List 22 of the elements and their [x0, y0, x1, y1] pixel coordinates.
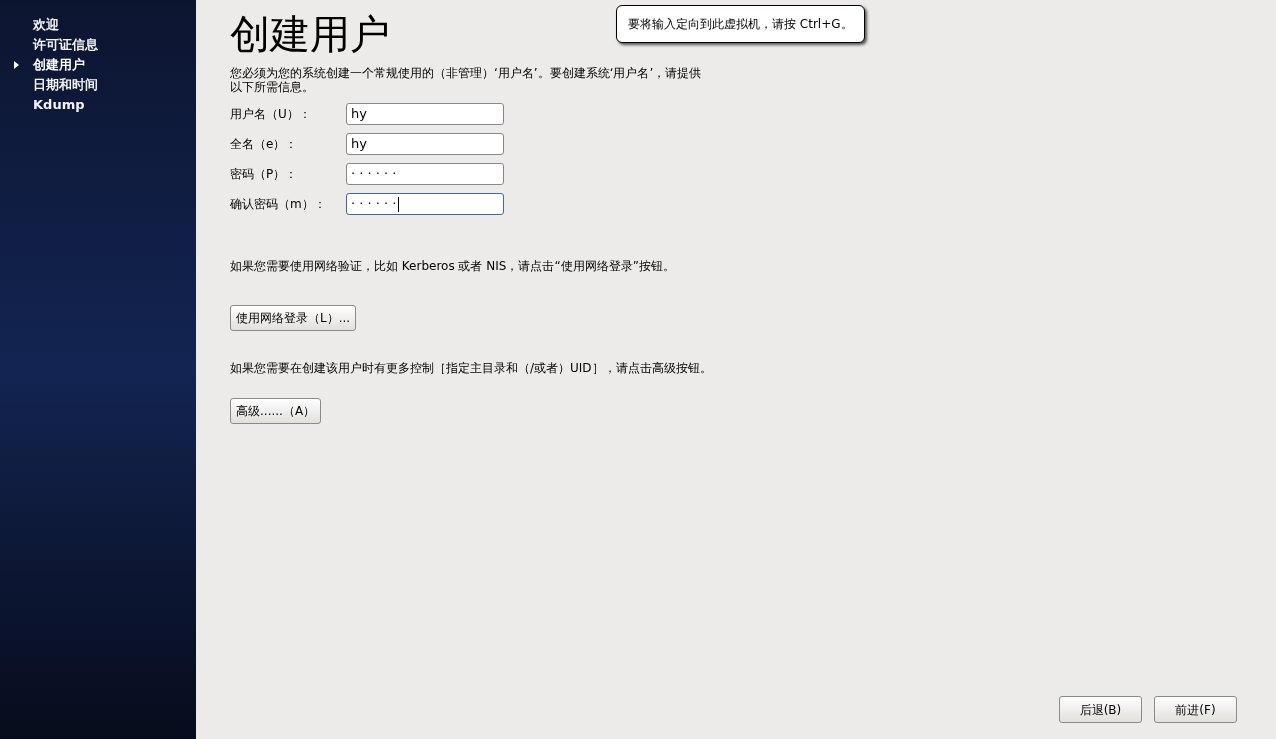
advanced-button[interactable]: 高级......（A）: [230, 398, 322, 424]
network-auth-text: 如果您需要使用网络验证，比如 Kerberos 或者 NIS，请点击“使用网络登录”按钮。: [230, 258, 675, 275]
input-field[interactable]: · · · · · ·: [346, 193, 504, 215]
intro-text: 您必须为您的系统创建一个常规使用的（非管理）‘用户名’。要创建系统‘用户名’，请提供以下所需信息。: [230, 66, 703, 94]
sidebar-item[interactable]: 许可证信息: [33, 35, 98, 55]
back-button[interactable]: 后退(B): [1059, 696, 1142, 723]
sidebar-item[interactable]: 欢迎: [33, 15, 59, 35]
input-field[interactable]: hy: [346, 103, 504, 125]
page-title: 创建用户: [230, 10, 390, 59]
network-login-button[interactable]: 使用网络登录（L）...: [230, 305, 357, 331]
field-label: 用户名（U）：: [230, 106, 312, 123]
field-label: 确认密码（m）：: [230, 196, 327, 213]
sidebar-item[interactable]: 创建用户: [33, 55, 85, 75]
input-field[interactable]: hy: [346, 133, 504, 155]
forward-button[interactable]: 前进(F): [1154, 696, 1237, 723]
tooltip: 要将输入定向到此虚拟机，请按 Ctrl+G。: [616, 5, 865, 43]
sidebar-item[interactable]: 日期和时间: [33, 75, 98, 95]
field-label: 密码（P）：: [230, 166, 299, 183]
advanced-text: 如果您需要在创建该用户时有更多控制［指定主目录和（/或者）UID］，请点击高级按钮。: [230, 361, 713, 376]
field-label: 全名（e）：: [230, 136, 299, 153]
input-field[interactable]: · · · · · ·: [346, 163, 504, 185]
sidebar-item[interactable]: Kdump: [33, 95, 85, 115]
